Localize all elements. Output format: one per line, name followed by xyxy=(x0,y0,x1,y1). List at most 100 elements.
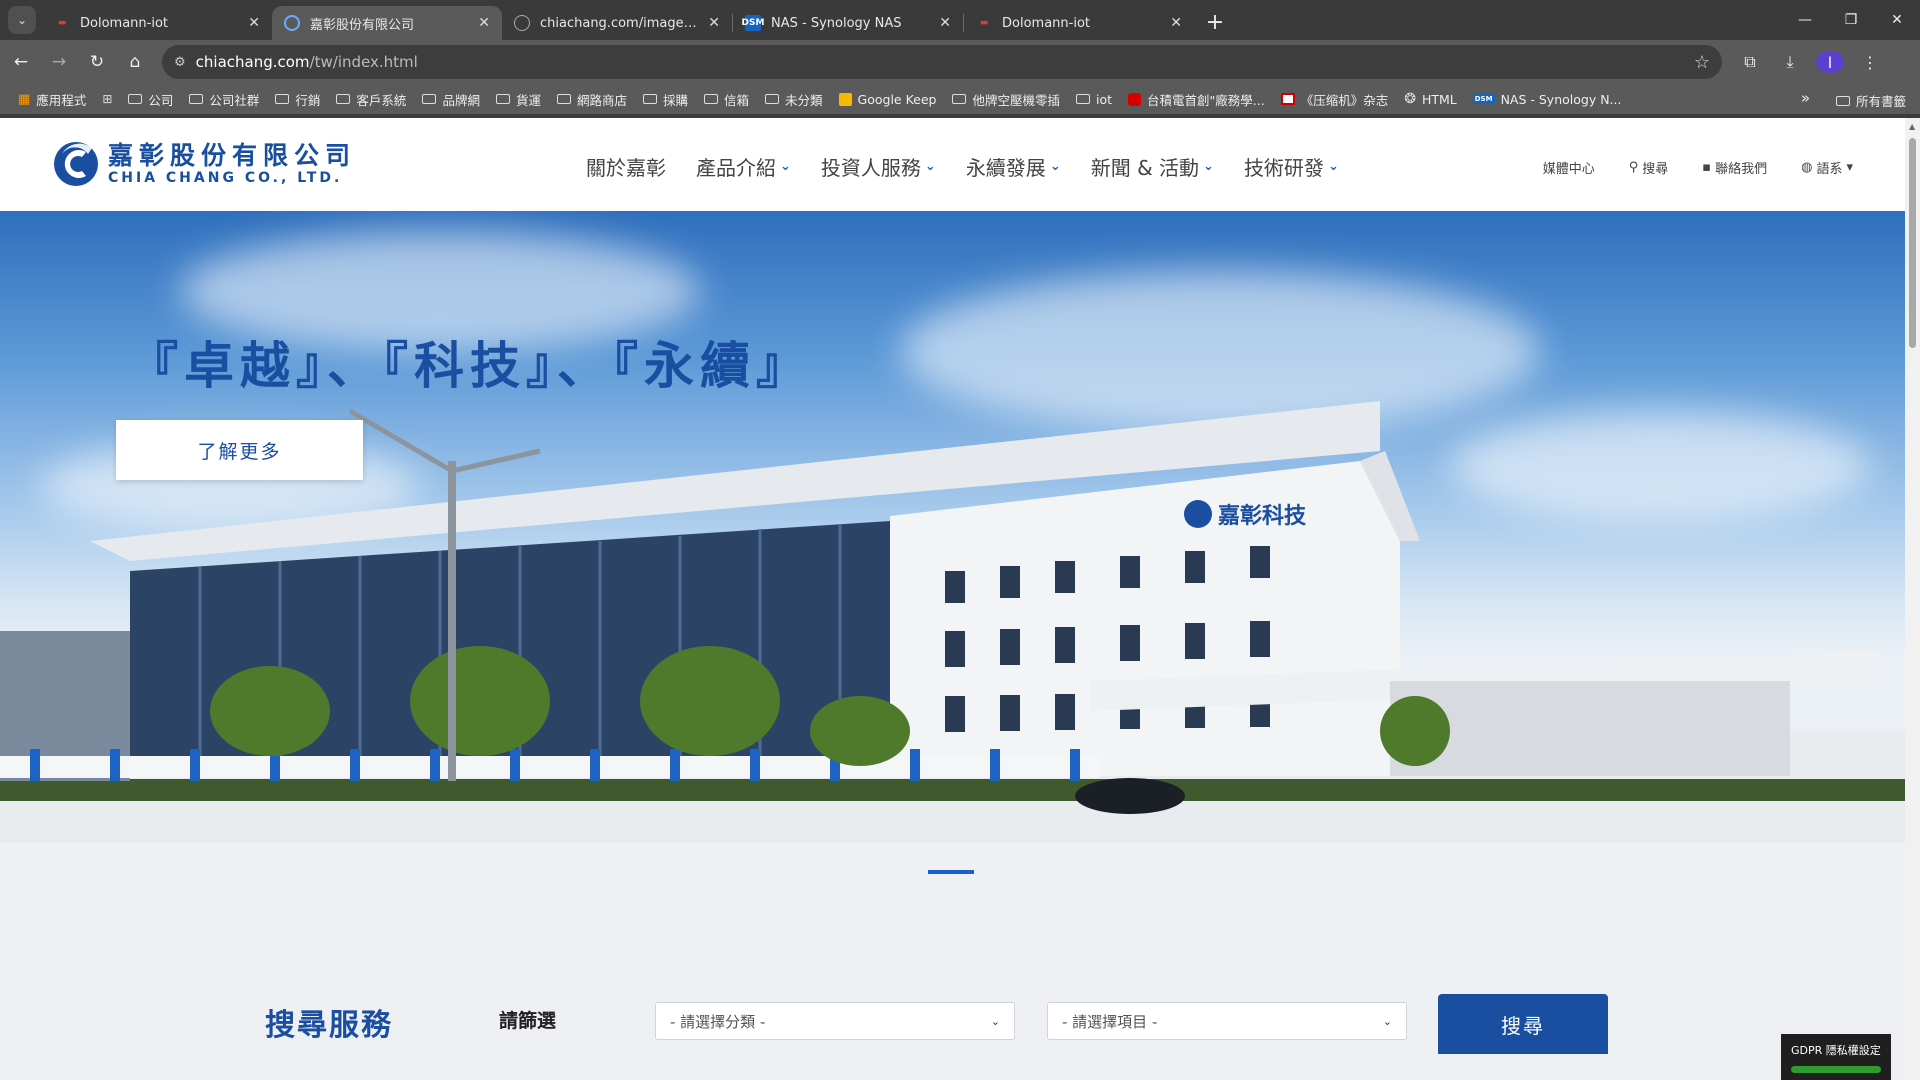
category-select[interactable]: - 請選擇分類 - ⌄ xyxy=(655,1002,1015,1040)
nav-news[interactable]: 新聞 & 活動 ⌄ xyxy=(1091,152,1214,181)
bookmark-star-icon[interactable]: ☆ xyxy=(1694,52,1710,73)
bookmark-folder[interactable]: 他牌空壓機零插 xyxy=(952,90,1060,109)
apps-grid-icon: ▦ xyxy=(18,91,31,107)
bookmark-label: 應用程式 xyxy=(36,92,87,108)
address-bar[interactable]: ⚙ chiachang.com/tw/index.html ☆ xyxy=(162,45,1722,79)
carousel-indicator[interactable] xyxy=(928,870,974,874)
folder-icon xyxy=(704,94,718,104)
chevron-down-icon: ⌄ xyxy=(990,1014,1000,1028)
nav-label: 投資人服務 xyxy=(820,156,921,180)
item-select[interactable]: - 請選擇項目 - ⌄ xyxy=(1047,1002,1407,1040)
chevron-down-icon: ⌄ xyxy=(1203,159,1214,174)
bookmark-folder[interactable]: 信箱 xyxy=(704,90,749,109)
category-select-value: - 請選擇分類 - xyxy=(670,1012,766,1031)
red-dash-icon: ▬ xyxy=(979,18,989,28)
tab-title: chiachang.com/images/logo... xyxy=(540,15,699,31)
page-scrollbar[interactable]: ▲ xyxy=(1905,118,1920,1080)
close-icon[interactable]: ✕ xyxy=(248,15,260,31)
nav-label: 關於嘉彰 xyxy=(586,156,666,180)
media-center-link[interactable]: 媒體中心 xyxy=(1543,158,1595,177)
nav-investors[interactable]: 投資人服務 ⌄ xyxy=(821,152,936,181)
new-tab-button[interactable]: + xyxy=(1200,7,1230,37)
red-dash-icon: ▬ xyxy=(57,18,67,28)
download-icon[interactable]: ⤓ xyxy=(1776,52,1804,72)
nav-sustainability[interactable]: 永續發展 ⌄ xyxy=(966,152,1061,181)
menu-icon[interactable]: ⋮ xyxy=(1856,53,1884,72)
all-bookmarks[interactable]: 所有書籤 xyxy=(1835,91,1906,110)
tab-search-button[interactable]: ⌄ xyxy=(8,6,36,34)
bookmark-label: Google Keep xyxy=(857,91,937,107)
tab-dolomann-2[interactable]: ▬ Dolomann-iot ✕ xyxy=(964,6,1194,40)
openai-icon: ❂ xyxy=(1404,91,1416,107)
tab-title: Dolomann-iot xyxy=(1002,15,1090,31)
chevron-down-icon: ⌄ xyxy=(1049,159,1061,174)
folder-icon xyxy=(1076,94,1090,104)
folder-icon xyxy=(765,94,780,104)
bookmark-folder[interactable]: 行銷 xyxy=(275,90,320,109)
chevron-down-icon: ⌄ xyxy=(780,159,791,174)
bookmark-folder[interactable]: 公司社群 xyxy=(189,90,259,109)
bookmark-label: HTML xyxy=(1421,91,1457,107)
url-host: chiachang.com xyxy=(195,53,310,71)
bookmark-folder[interactable]: 網路商店 xyxy=(556,90,627,109)
nav-about[interactable]: 關於嘉彰 xyxy=(586,152,666,181)
gdpr-settings-widget[interactable]: GDPR 隱私權設定 xyxy=(1781,1034,1891,1080)
close-icon[interactable]: ✕ xyxy=(708,15,720,31)
bookmark-folder[interactable]: 未分類 xyxy=(765,90,823,109)
site-info-icon[interactable]: ⚙ xyxy=(174,55,186,70)
window-controls: — ❐ ✕ xyxy=(1782,0,1920,40)
bookmark-label: iot xyxy=(1096,91,1113,107)
forward-icon[interactable]: → xyxy=(42,45,76,79)
tab-title: Dolomann-iot xyxy=(80,15,168,31)
folder-icon xyxy=(952,94,967,104)
bookmark-nas[interactable]: DSM NAS - Synology N... xyxy=(1472,92,1621,107)
bookmark-tsmc[interactable]: 台積電首創"廠務學... xyxy=(1128,90,1265,109)
close-icon[interactable]: ✕ xyxy=(939,15,951,31)
learn-more-button[interactable]: 了解更多 xyxy=(116,420,363,480)
back-icon[interactable]: ← xyxy=(4,45,38,79)
company-logo[interactable]: 嘉彰股份有限公司 CHIA CHANG CO., LTD. xyxy=(52,140,356,188)
bookmark-label: 台積電首創"廠務學... xyxy=(1147,92,1265,108)
search-button[interactable]: 搜尋 xyxy=(1438,994,1608,1054)
home-icon[interactable]: ⌂ xyxy=(118,45,152,79)
bookmark-html[interactable]: ❂ HTML xyxy=(1404,91,1457,107)
scrollbar-thumb[interactable] xyxy=(1909,138,1916,348)
scroll-up-arrow-icon[interactable]: ▲ xyxy=(1909,122,1915,131)
extensions-icon[interactable]: ⧉ xyxy=(1736,52,1764,72)
bookmark-compressor-mag[interactable]: 《压缩机》杂志 xyxy=(1280,90,1389,109)
close-window-icon[interactable]: ✕ xyxy=(1874,0,1920,40)
close-icon[interactable]: ✕ xyxy=(478,15,490,31)
bookmark-google-keep[interactable]: Google Keep xyxy=(838,91,937,107)
tab-chia-chang[interactable]: 嘉彰股份有限公司 ✕ xyxy=(272,6,502,40)
bookmark-folder[interactable]: 品牌網 xyxy=(422,90,480,109)
bookmark-folder[interactable]: 貨運 xyxy=(495,90,541,109)
nav-products[interactable]: 產品介紹 ⌄ xyxy=(696,152,791,181)
close-icon[interactable]: ✕ xyxy=(1170,15,1182,31)
search-link[interactable]: ⚲ 搜尋 xyxy=(1629,158,1669,177)
minimize-icon[interactable]: — xyxy=(1782,0,1828,40)
profile-avatar[interactable]: I xyxy=(1816,51,1844,73)
contact-link[interactable]: ▪ 聯絡我們 xyxy=(1702,158,1767,177)
bookmark-label: 信箱 xyxy=(724,92,750,108)
bookmark-folder[interactable]: 客戶系統 xyxy=(336,90,406,109)
tab-logo-image[interactable]: chiachang.com/images/logo... ✕ xyxy=(502,6,732,40)
logo-english-name: CHIA CHANG CO., LTD. xyxy=(108,170,343,186)
bookmark-folder[interactable]: 公司 xyxy=(128,90,173,109)
tab-dolomann-1[interactable]: ▬ Dolomann-iot ✕ xyxy=(42,6,272,40)
language-selector[interactable]: ◍ 語系 ▾ xyxy=(1801,158,1853,177)
bookmark-label: 《压缩机》杂志 xyxy=(1300,92,1389,108)
bookmarks-overflow-chevron-icon[interactable]: » xyxy=(1801,89,1810,107)
hero-title: 『卓越』、『科技』、『永續』 xyxy=(128,337,812,395)
folder-icon xyxy=(1835,95,1850,106)
bookmark-folder[interactable]: iot xyxy=(1076,92,1112,107)
nav-rnd[interactable]: 技術研發 ⌄ xyxy=(1244,152,1339,181)
tab-synology-nas[interactable]: DSM NAS - Synology NAS ✕ xyxy=(733,6,963,40)
bookmark-apps[interactable]: ▦ 應用程式 xyxy=(18,90,86,109)
bookmark-folder[interactable]: 採購 xyxy=(642,90,688,109)
restore-icon[interactable]: ❐ xyxy=(1828,0,1874,40)
bookmark-label: 未分類 xyxy=(785,92,823,108)
reload-icon[interactable]: ↻ xyxy=(80,45,114,79)
tab-title: NAS - Synology NAS xyxy=(771,15,902,31)
folder-icon xyxy=(642,94,657,104)
bookmark-grid[interactable]: ⊞ xyxy=(102,92,112,106)
